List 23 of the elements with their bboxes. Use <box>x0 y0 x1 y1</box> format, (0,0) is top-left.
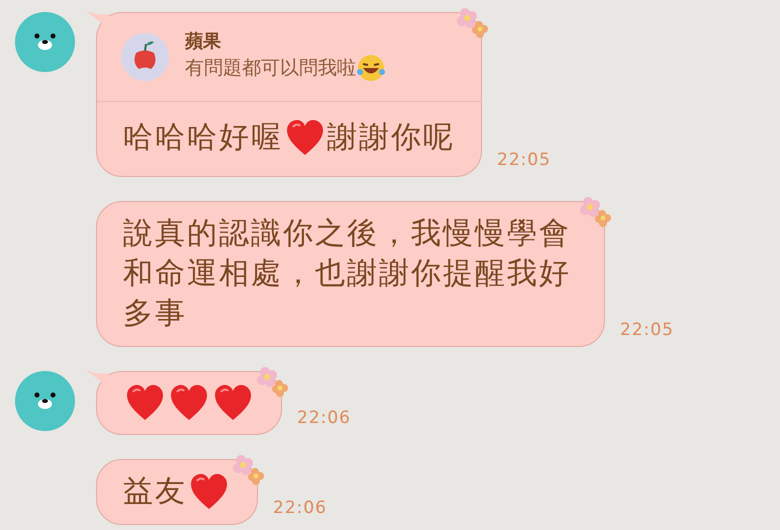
message-time: 22:05 <box>497 148 551 172</box>
flower-icon <box>457 7 489 41</box>
sender-name: 蘋果 <box>185 31 222 53</box>
heart-icon <box>189 473 229 511</box>
message-text: 哈哈哈好喔 <box>123 119 283 157</box>
heart-icon <box>213 384 253 422</box>
heart-icon <box>169 384 209 422</box>
avatar-icon <box>15 371 75 431</box>
message-text: 益友 <box>123 473 187 511</box>
message-text: 說真的認識你之後，我慢慢學會和命運相處，也謝謝你提醒我好多事 <box>123 215 572 333</box>
laughing-face-icon <box>356 53 386 83</box>
flower-icon <box>233 454 265 488</box>
message-time: 22:05 <box>620 318 674 342</box>
message-text: 謝謝你呢 <box>327 119 455 157</box>
flower-icon <box>257 366 289 400</box>
heart-icon <box>285 119 325 157</box>
message-time: 22:06 <box>273 496 327 520</box>
heart-icon <box>125 384 165 422</box>
message-time: 22:06 <box>297 406 351 430</box>
quoted-text: 有問題都可以問我啦 <box>185 56 356 81</box>
avatar-icon <box>15 12 75 72</box>
flower-icon <box>580 196 612 230</box>
apple-icon <box>121 33 169 81</box>
